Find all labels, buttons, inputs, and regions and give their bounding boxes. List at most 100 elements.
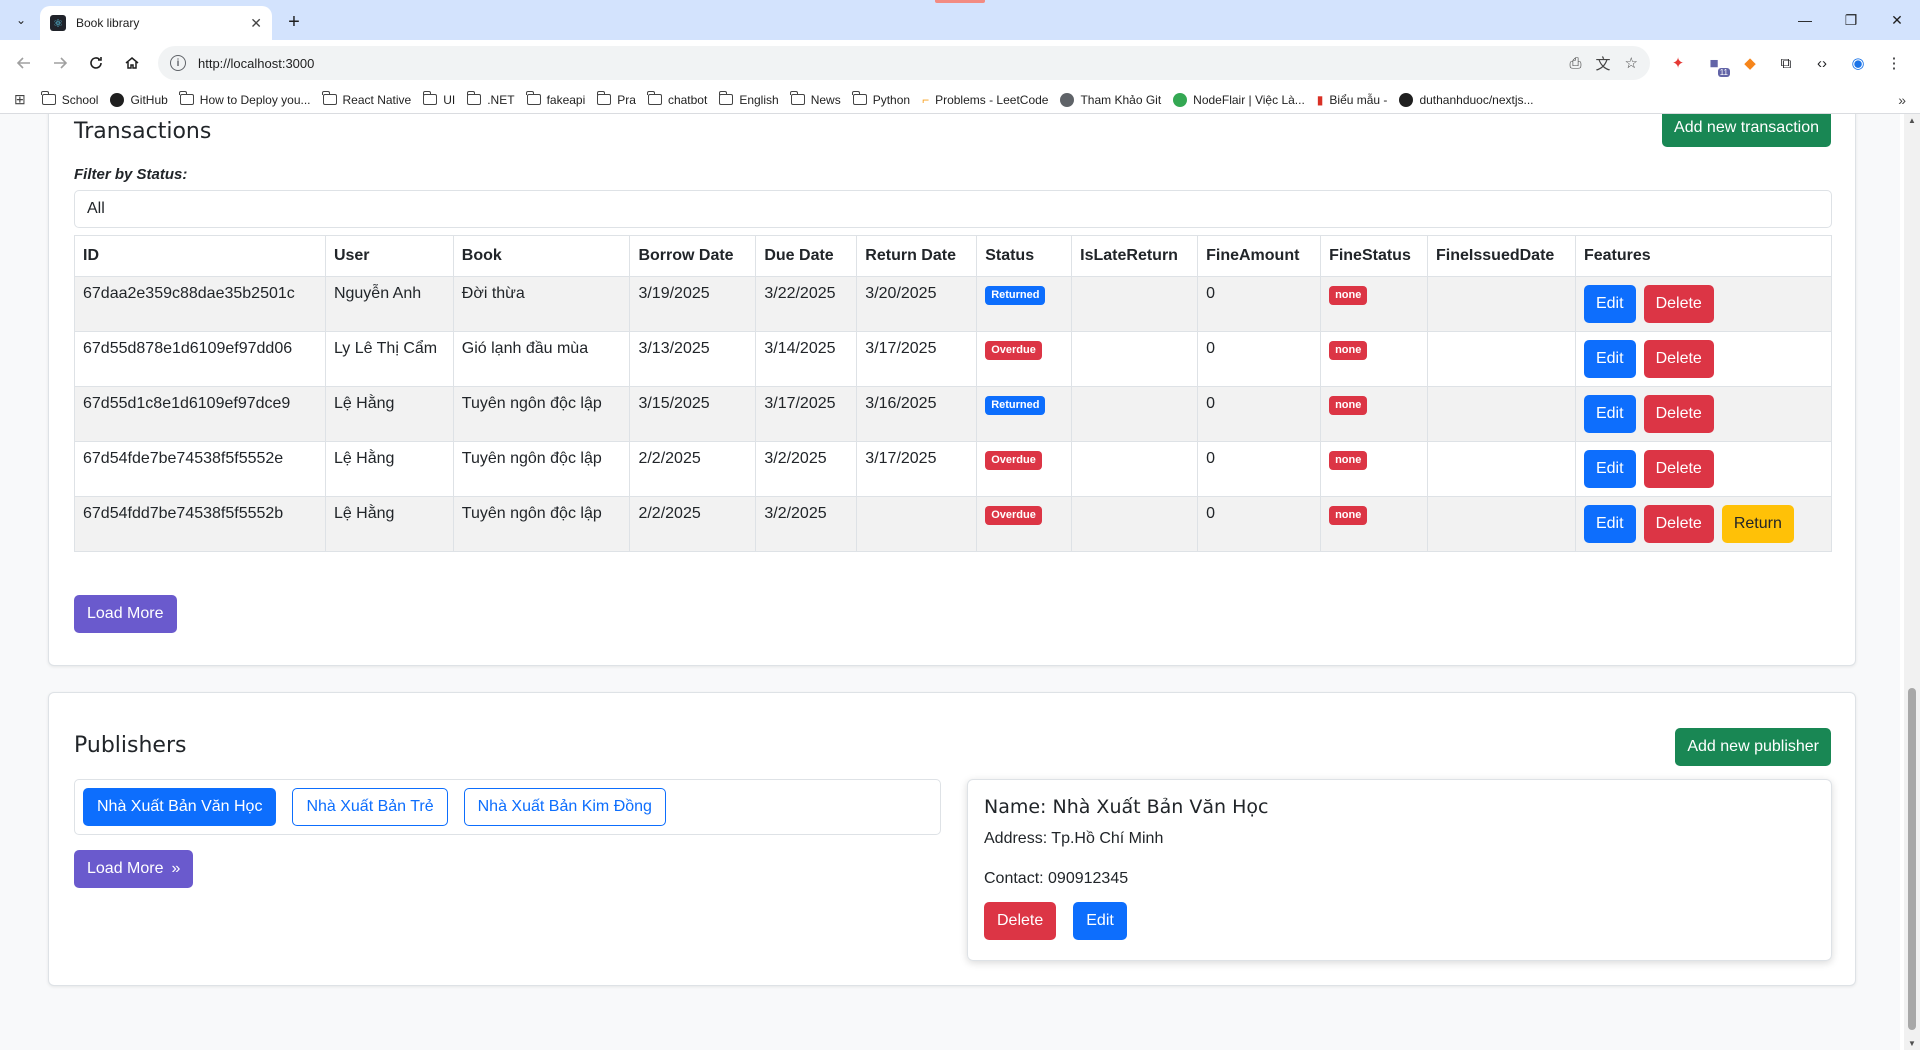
- edit-button[interactable]: Edit: [1583, 340, 1636, 378]
- bookmark-item[interactable]: chatbot: [647, 91, 707, 107]
- metamask-extension-icon[interactable]: ◆: [1740, 53, 1760, 73]
- form-icon: ▮: [1316, 92, 1324, 107]
- publisher-item[interactable]: Nhà Xuất Bản Trẻ: [292, 788, 448, 826]
- apps-grid-icon[interactable]: ⊞: [14, 91, 26, 108]
- bookmark-item[interactable]: .NET: [466, 91, 515, 107]
- bookmark-item[interactable]: News: [790, 91, 841, 107]
- cell-id: 67d55d1c8e1d6109ef97dce9: [74, 386, 326, 442]
- bookmark-label: duthanhduoc/nextjs...: [1419, 92, 1534, 107]
- load-more-publishers-button[interactable]: Load More »: [74, 850, 194, 888]
- bookmark-item[interactable]: School: [41, 91, 98, 107]
- forward-button[interactable]: [44, 47, 76, 79]
- bookmark-item[interactable]: GitHub: [110, 92, 168, 107]
- cell-features: Edit Delete Return: [1575, 496, 1833, 552]
- home-button[interactable]: [116, 47, 148, 79]
- teams-extension-icon[interactable]: ■ 11: [1704, 53, 1730, 77]
- cell-id: 67d54fdd7be74538f5f5552b: [74, 496, 326, 552]
- devtools-icon[interactable]: ‹›: [1812, 53, 1832, 73]
- bookmark-item[interactable]: Pra: [596, 91, 636, 107]
- delete-button[interactable]: Delete: [1643, 285, 1714, 323]
- bookmark-item[interactable]: fakeapi: [526, 91, 585, 107]
- table-row: 67daa2e359c88dae35b2501c Nguyễn Anh Đời th…: [74, 276, 1833, 332]
- site-info-icon[interactable]: i: [170, 55, 186, 71]
- edit-button[interactable]: Edit: [1583, 285, 1636, 323]
- edit-button[interactable]: Edit: [1583, 450, 1636, 488]
- bookmark-label: React Native: [342, 92, 412, 107]
- scroll-down-arrow-icon[interactable]: ▼: [1908, 1039, 1916, 1048]
- transactions-table: ID User Book Borrow Date Due Date Return Date…: [74, 235, 1833, 552]
- transactions-tbody: 67daa2e359c88dae35b2501c Nguyễn Anh Đời th…: [74, 276, 1833, 552]
- folder-icon: [852, 91, 867, 105]
- install-app-icon[interactable]: ⎙: [1570, 55, 1582, 72]
- puzzle-extensions-icon[interactable]: ⧉: [1776, 53, 1796, 73]
- delete-button[interactable]: Delete: [1643, 340, 1714, 378]
- column-header: Status: [976, 235, 1073, 277]
- bookmark-item[interactable]: NodeFlair | Việc Là...: [1173, 92, 1305, 107]
- bookmark-item[interactable]: ⌐ Problems - LeetCode: [922, 93, 1048, 107]
- vertical-scrollbar[interactable]: ▲ ▼: [1904, 114, 1920, 1050]
- close-tab-icon[interactable]: ✕: [250, 15, 262, 32]
- tab-title: Book library: [76, 16, 140, 30]
- cell-fine-amount: 0: [1197, 441, 1322, 497]
- cell-borrow-date: 2/2/2025: [629, 496, 757, 552]
- publisher-item[interactable]: Nhà Xuất Bản Kim Đồng: [463, 788, 666, 826]
- bookmark-item[interactable]: English: [718, 91, 779, 107]
- column-header: FineIssuedDate: [1427, 235, 1576, 277]
- colorful-extension-icon[interactable]: ✦: [1668, 53, 1688, 73]
- fine-status-badge: none: [1329, 451, 1368, 470]
- bookmark-item[interactable]: UI: [422, 91, 455, 107]
- bookmark-item[interactable]: duthanhduoc/nextjs...: [1399, 92, 1534, 107]
- table-header-row: ID User Book Borrow Date Due Date Return Date…: [74, 235, 1833, 277]
- scroll-up-arrow-icon[interactable]: ▲: [1908, 116, 1916, 125]
- bookmark-item[interactable]: How to Deploy you...: [179, 91, 311, 107]
- add-transaction-button[interactable]: Add new transaction: [1662, 114, 1831, 147]
- column-header: Borrow Date: [629, 235, 757, 277]
- kebab-menu-icon[interactable]: ⋮: [1884, 53, 1904, 73]
- cell-borrow-date: 2/2/2025: [629, 441, 757, 497]
- cell-due-date: 3/2/2025: [755, 496, 858, 552]
- cell-fine-status: none: [1320, 276, 1429, 332]
- delete-button[interactable]: Delete: [1643, 395, 1714, 433]
- new-tab-button[interactable]: +: [280, 8, 308, 36]
- restore-button[interactable]: ❐: [1828, 0, 1874, 40]
- delete-button[interactable]: Delete: [1643, 505, 1714, 543]
- bookmarks-overflow-icon[interactable]: »: [1898, 92, 1906, 108]
- cell-book: Tuyên ngôn độc lập: [453, 386, 631, 442]
- bookmark-item[interactable]: Python: [852, 91, 910, 107]
- delete-button[interactable]: Delete: [1643, 450, 1714, 488]
- tab-search-button[interactable]: ⌄: [8, 7, 34, 33]
- translate-icon[interactable]: 文: [1596, 53, 1611, 74]
- bookmark-item[interactable]: React Native: [322, 91, 412, 107]
- address-bar[interactable]: i http://localhost:3000 ⎙ 文 ☆: [158, 46, 1650, 80]
- row-actions: Edit Delete Return: [1583, 505, 1823, 543]
- publisher-item[interactable]: Nhà Xuất Bản Văn Học: [83, 788, 277, 826]
- fine-status-badge: none: [1329, 286, 1368, 305]
- reload-button[interactable]: [80, 47, 112, 79]
- bookmark-item[interactable]: Tham Khảo Git: [1060, 92, 1161, 107]
- github-icon: [1399, 92, 1414, 107]
- table-row: 67d54fde7be74538f5f5552e Lệ Hằng Tuyên ngô…: [74, 441, 1833, 497]
- delete-publisher-button[interactable]: Delete: [984, 902, 1057, 940]
- cell-due-date: 3/14/2025: [755, 331, 858, 387]
- publisher-contact: Contact: 090912345: [984, 870, 1129, 887]
- return-button[interactable]: Return: [1721, 505, 1794, 543]
- bookmark-label: .NET: [487, 92, 515, 107]
- edit-button[interactable]: Edit: [1583, 505, 1636, 543]
- url-text[interactable]: http://localhost:3000: [198, 56, 1558, 71]
- edit-button[interactable]: Edit: [1583, 395, 1636, 433]
- close-window-button[interactable]: ✕: [1874, 0, 1920, 40]
- load-more-transactions-button[interactable]: Load More: [74, 595, 177, 633]
- cell-features: Edit Delete: [1575, 276, 1833, 332]
- edit-publisher-button[interactable]: Edit: [1073, 902, 1127, 940]
- bookmark-item[interactable]: ▮ Biểu mẫu -: [1317, 93, 1388, 107]
- status-filter-select[interactable]: All: [74, 190, 1832, 228]
- back-button[interactable]: [8, 47, 40, 79]
- bookmark-star-icon[interactable]: ☆: [1625, 54, 1638, 72]
- cell-fine-amount: 0: [1197, 331, 1322, 387]
- minimize-button[interactable]: —: [1782, 0, 1828, 40]
- scrollbar-thumb[interactable]: [1908, 688, 1916, 1030]
- profile-avatar-icon[interactable]: ◉: [1848, 53, 1868, 73]
- tab-active[interactable]: ⚛ Book library ✕: [40, 6, 272, 40]
- window-controls: — ❐ ✕: [1782, 0, 1920, 40]
- add-publisher-button[interactable]: Add new publisher: [1675, 728, 1831, 766]
